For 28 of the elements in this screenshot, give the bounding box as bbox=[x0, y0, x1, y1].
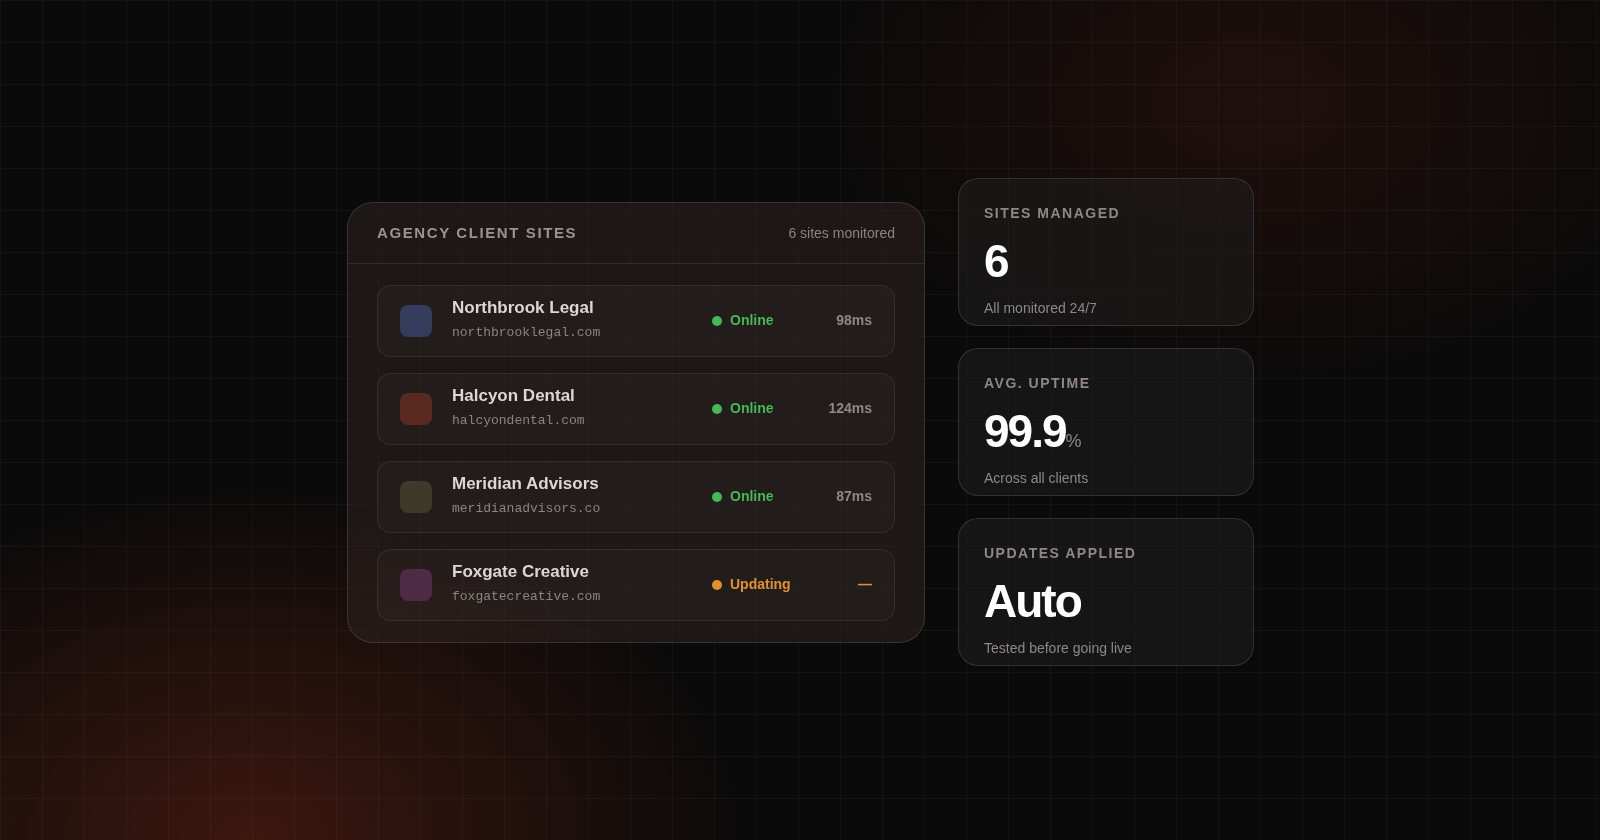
stat-label: AVG. UPTIME bbox=[984, 374, 1092, 393]
stat-caption: Across all clients bbox=[984, 469, 1090, 488]
panel-title: AGENCY CLIENT SITES bbox=[377, 223, 578, 243]
site-domain: northbrooklegal.com bbox=[452, 324, 601, 343]
site-name: Meridian Advisors bbox=[452, 474, 600, 495]
stat-caption: All monitored 24/7 bbox=[984, 299, 1098, 318]
site-name: Foxgate Creative bbox=[452, 562, 590, 583]
site-domain: meridianadvisors.co bbox=[452, 500, 601, 519]
status-label: Updating bbox=[730, 575, 791, 594]
latency: 98ms bbox=[835, 311, 872, 330]
status-label: Online bbox=[730, 487, 774, 506]
stat-label: UPDATES APPLIED bbox=[984, 544, 1138, 563]
site-name: Northbrook Legal bbox=[452, 298, 595, 319]
stat-value: Auto bbox=[984, 578, 1081, 624]
site-name: Halcyon Dental bbox=[452, 386, 576, 407]
stat-value: 6 bbox=[984, 238, 1008, 284]
latency: 124ms bbox=[827, 399, 872, 418]
status-label: Online bbox=[730, 311, 774, 330]
site-domain: halcyondental.com bbox=[452, 412, 585, 431]
latency: 87ms bbox=[835, 487, 872, 506]
latency: — bbox=[857, 575, 872, 594]
site-domain: foxgatecreative.com bbox=[452, 588, 601, 607]
site-count: 6 sites monitored bbox=[788, 223, 895, 243]
stat-unit: % bbox=[1065, 432, 1082, 450]
status-label: Online bbox=[730, 399, 774, 418]
stat-label: SITES MANAGED bbox=[984, 204, 1122, 223]
stat-value: 99.9 bbox=[984, 408, 1066, 454]
stat-caption: Tested before going live bbox=[984, 639, 1133, 658]
